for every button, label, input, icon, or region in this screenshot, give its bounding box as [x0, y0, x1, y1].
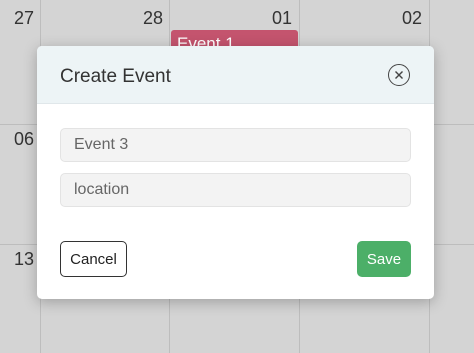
day-number: 13: [14, 249, 35, 269]
create-event-modal: Create Event Cancel Save: [37, 46, 434, 299]
close-x-glyph: [395, 71, 403, 79]
day-number: 27: [14, 8, 35, 28]
day-number: 28: [143, 8, 164, 28]
cancel-button[interactable]: Cancel: [60, 241, 127, 277]
day-number: 01: [272, 8, 293, 28]
modal-header: Create Event: [37, 46, 434, 104]
modal-title: Create Event: [60, 66, 171, 87]
day-number: 06: [14, 129, 35, 149]
save-button[interactable]: Save: [357, 241, 411, 277]
event-title-input[interactable]: [60, 128, 411, 162]
event-location-input[interactable]: [60, 173, 411, 207]
day-number: 02: [402, 8, 423, 28]
close-icon[interactable]: [388, 64, 410, 86]
